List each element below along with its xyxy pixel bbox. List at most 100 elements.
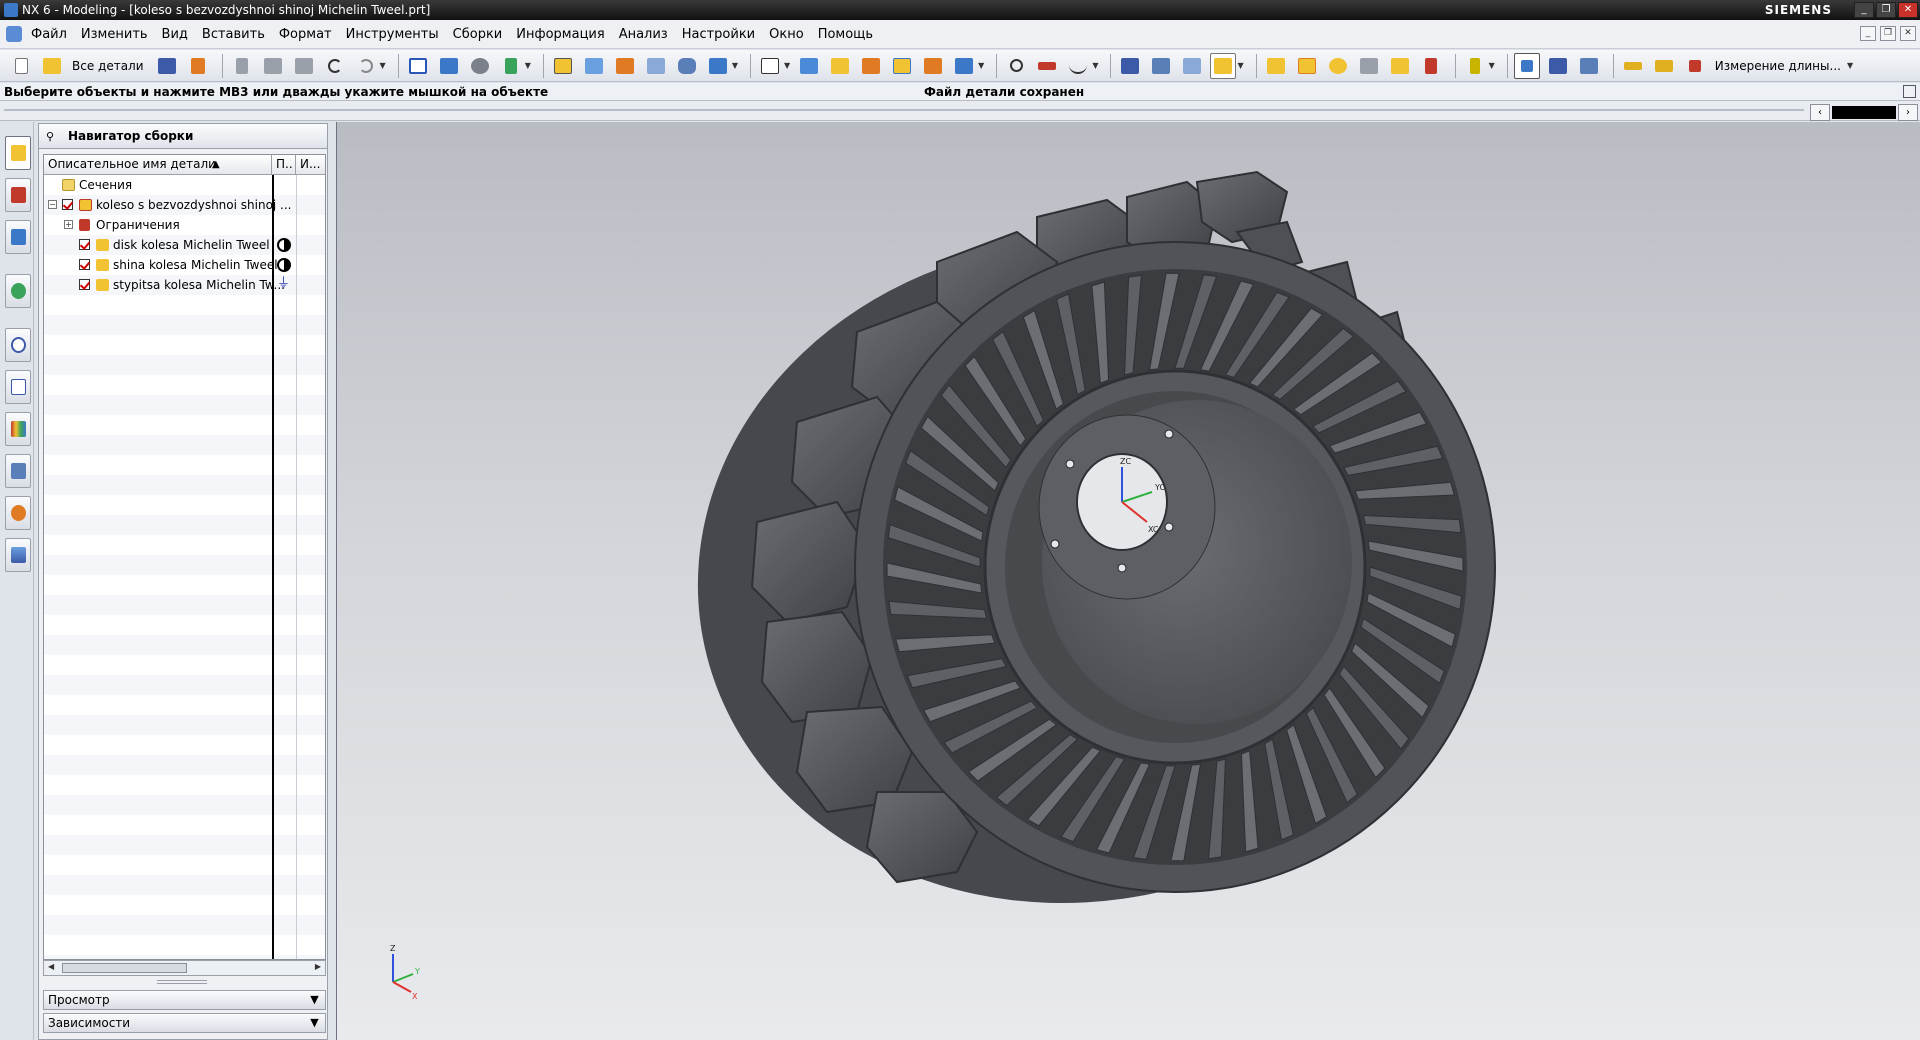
paste-button[interactable] [291, 53, 317, 79]
component-button[interactable] [889, 53, 915, 79]
scroll-right-icon[interactable]: ▶ [315, 962, 321, 971]
sweep-button[interactable] [643, 53, 669, 79]
scroll-thumb[interactable] [62, 963, 187, 973]
expand-icon[interactable]: + [64, 220, 73, 229]
redo-dropdown-icon[interactable]: ▼ [380, 61, 386, 70]
block-button[interactable] [705, 53, 731, 79]
collapse-icon[interactable]: − [48, 200, 57, 209]
curve-dropdown-icon[interactable]: ▼ [1092, 61, 1098, 70]
snap-button[interactable] [1513, 52, 1540, 79]
menu-preferences[interactable]: Настройки [677, 27, 764, 42]
clip-dropdown-icon[interactable]: ▼ [1489, 61, 1495, 70]
remove-constraint-button[interactable] [1356, 53, 1382, 79]
edit-object-button[interactable] [1148, 53, 1174, 79]
mate-component-button[interactable] [1325, 53, 1351, 79]
menu-file[interactable]: Файл [26, 27, 76, 42]
constraint-button[interactable] [1418, 53, 1444, 79]
maximize-button[interactable]: ❐ [1876, 2, 1896, 18]
templates-tab[interactable] [5, 370, 31, 404]
menu-view[interactable]: Вид [157, 27, 197, 42]
tree-row-disk[interactable]: disk kolesa Michelin Tweel [44, 235, 325, 255]
redo-button[interactable] [353, 53, 379, 79]
visibility-checkbox[interactable] [79, 239, 90, 250]
revolve-button[interactable] [612, 53, 638, 79]
chevron-down-icon[interactable]: ▼ [307, 992, 322, 1008]
scroll-left-icon[interactable]: ◀ [48, 962, 54, 971]
scroll-left-button[interactable]: ‹ [1810, 104, 1830, 121]
visibility-checkbox[interactable] [79, 279, 90, 290]
color-dropdown-icon[interactable]: ▼ [1237, 61, 1243, 70]
analysis-button[interactable] [1003, 53, 1029, 79]
palette-tab[interactable] [5, 412, 31, 446]
system-scenes-tab[interactable] [5, 538, 31, 572]
column-header-name[interactable]: Описательное имя детали ▲ [44, 155, 272, 175]
graphics-window[interactable]: ZC YC XC Z Y X [336, 122, 1920, 1040]
tree-row-sections[interactable]: Сечения [44, 175, 325, 195]
doc-close-button[interactable]: ✕ [1900, 26, 1916, 41]
menu-tools[interactable]: Инструменты [341, 27, 448, 42]
tree-row-assembly[interactable]: − koleso s bezvozdyshnoi shinoj ... [44, 195, 325, 215]
pan-button[interactable] [498, 53, 524, 79]
open-file-button[interactable] [39, 53, 65, 79]
measure-length-button[interactable] [1682, 53, 1708, 79]
save-as-button[interactable] [185, 53, 211, 79]
shaded-view-button[interactable] [436, 53, 462, 79]
body-select-button[interactable] [827, 53, 853, 79]
reposition-button[interactable] [1387, 53, 1413, 79]
measure-angle-button[interactable] [1651, 53, 1677, 79]
roles-tab[interactable] [5, 496, 31, 530]
column-header-i[interactable]: И... [296, 155, 325, 175]
menu-information[interactable]: Информация [511, 27, 613, 42]
vector-button[interactable] [1576, 53, 1602, 79]
part-navigator-tab[interactable] [5, 220, 31, 254]
menu-analysis[interactable]: Анализ [614, 27, 677, 42]
view-dropdown-icon[interactable]: ▼ [525, 61, 531, 70]
column-header-p[interactable]: П.. [272, 155, 296, 175]
web-browser-tab[interactable] [5, 274, 31, 308]
constraint-navigator-tab[interactable] [5, 178, 31, 212]
curve-button[interactable] [1065, 53, 1091, 79]
splitter-handle[interactable] [157, 980, 207, 984]
doc-restore-button[interactable]: ❐ [1880, 26, 1896, 41]
menu-format[interactable]: Формат [274, 27, 341, 42]
filter-label[interactable]: Все детали [72, 59, 144, 73]
tree-row-tire[interactable]: shina kolesa Michelin Tweel [44, 255, 325, 275]
process-studio-tab[interactable] [5, 454, 31, 488]
display-button[interactable] [1179, 53, 1205, 79]
measure-dropdown-icon[interactable]: ▼ [1847, 61, 1853, 70]
close-button[interactable]: ✕ [1898, 2, 1918, 18]
save-button[interactable] [154, 53, 180, 79]
visibility-checkbox[interactable] [79, 259, 90, 270]
horizontal-scrollbar[interactable]: ◀ ▶ [43, 960, 326, 976]
rotate-button[interactable] [467, 53, 493, 79]
menu-assemblies[interactable]: Сборки [448, 27, 512, 42]
layer-button[interactable] [1117, 53, 1143, 79]
measure-length-label[interactable]: Измерение длины... [1715, 59, 1841, 73]
menu-edit[interactable]: Изменить [76, 27, 157, 42]
preview-panel-header[interactable]: Просмотр ▼ [43, 990, 326, 1010]
scroll-right-button[interactable]: › [1898, 104, 1918, 121]
extrude-button[interactable] [581, 53, 607, 79]
history-tab[interactable] [5, 328, 31, 362]
measure-distance-button[interactable] [1620, 53, 1646, 79]
menu-help[interactable]: Помощь [813, 27, 882, 42]
face-select-button[interactable] [796, 53, 822, 79]
stack-button[interactable] [858, 53, 884, 79]
tree-row-constraints[interactable]: + Ограничения [44, 215, 325, 235]
selection-dropdown-icon[interactable]: ▼ [784, 61, 790, 70]
feature-dropdown-icon[interactable]: ▼ [732, 61, 738, 70]
component-dropdown-icon[interactable]: ▼ [978, 61, 984, 70]
wheel-model[interactable]: ZC YC XC Z Y X [337, 122, 1920, 1040]
add-component-button[interactable] [1263, 53, 1289, 79]
doc-minimize-button[interactable]: _ [1860, 26, 1876, 41]
undo-button[interactable] [322, 53, 348, 79]
cylinder-button[interactable] [674, 53, 700, 79]
selection-box-button[interactable] [757, 53, 783, 79]
copy-button[interactable] [260, 53, 286, 79]
color-button[interactable] [1210, 52, 1237, 79]
assembly-navigator-tab[interactable] [5, 136, 31, 170]
move-component-button[interactable] [920, 53, 946, 79]
cut-button[interactable] [229, 53, 255, 79]
pin-icon[interactable]: ⚲ [46, 130, 60, 143]
chevron-down-icon[interactable]: ▼ [307, 1015, 322, 1031]
